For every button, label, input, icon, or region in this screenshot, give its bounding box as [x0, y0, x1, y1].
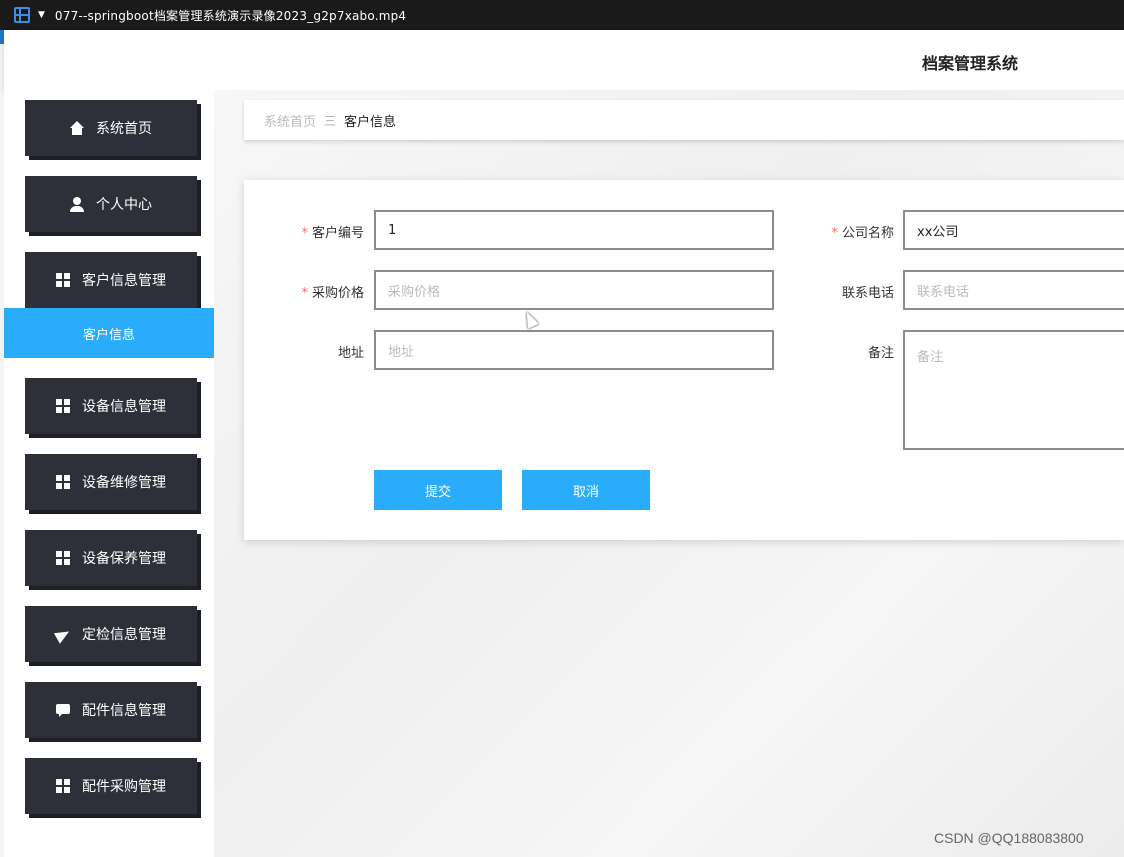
- sidebar-item-parts-purchase[interactable]: 配件采购管理: [25, 758, 197, 814]
- sidebar-item-label: 个人中心: [96, 197, 152, 213]
- address-label: 地址: [337, 346, 364, 361]
- breadcrumb-separator: 三: [324, 113, 337, 128]
- customer-form: * 客户编号 1 * 公司名称 xx公司 * 采购价格 采购价格 联系电话 联系电话 …: [244, 180, 1124, 540]
- breadcrumb: 系统首页 三 客户信息: [244, 100, 1124, 140]
- menu-caret-icon[interactable]: ▼: [38, 10, 45, 20]
- breadcrumb-home[interactable]: 系统首页: [264, 111, 316, 130]
- sidebar-item-customer-management[interactable]: 客户信息管理: [25, 252, 197, 308]
- sidebar: 系统首页 个人中心 客户信息管理 客户信息 设备信息管理 设备维修管理 设备保养…: [4, 90, 214, 857]
- grid-icon: [56, 551, 70, 565]
- sidebar-item-equipment-management[interactable]: 设备信息管理: [25, 378, 197, 434]
- required-mark: *: [301, 226, 308, 241]
- app-header: 档案管理系统: [4, 30, 1124, 90]
- phone-input[interactable]: 联系电话: [903, 270, 1124, 310]
- phone-label: 联系电话: [841, 286, 894, 301]
- window-title: 077--springboot档案管理系统演示录像2023_g2p7xabo.m…: [54, 8, 407, 23]
- company-name-label: * 公司名称: [831, 226, 894, 241]
- home-icon: [70, 121, 84, 135]
- sidebar-item-label: 设备信息管理: [82, 399, 166, 415]
- sidebar-item-home[interactable]: 系统首页: [25, 100, 197, 156]
- sidebar-item-equipment-repair[interactable]: 设备维修管理: [25, 454, 197, 510]
- sidebar-item-label: 客户信息管理: [82, 273, 166, 289]
- sidebar-item-label: 设备维修管理: [82, 475, 166, 491]
- purchase-price-label: * 采购价格: [301, 286, 364, 301]
- purchase-price-input[interactable]: 采购价格: [374, 270, 774, 310]
- app-icon[interactable]: [14, 7, 30, 23]
- sidebar-item-label: 配件信息管理: [82, 703, 166, 719]
- customer-no-input[interactable]: 1: [374, 210, 774, 250]
- company-name-input[interactable]: xx公司: [903, 210, 1124, 250]
- grid-icon: [56, 273, 70, 287]
- sidebar-item-label: 系统首页: [96, 121, 152, 137]
- submit-button[interactable]: 提交: [374, 470, 502, 510]
- grid-icon: [56, 779, 70, 793]
- chat-icon: [56, 703, 70, 717]
- breadcrumb-current: 客户信息: [344, 114, 397, 130]
- sidebar-item-parts-info[interactable]: 配件信息管理: [25, 682, 197, 738]
- sidebar-item-label: 定检信息管理: [82, 627, 166, 643]
- sidebar-item-label: 配件采购管理: [82, 779, 166, 795]
- sidebar-item-equipment-maintenance[interactable]: 设备保养管理: [25, 530, 197, 586]
- send-icon: [56, 627, 70, 641]
- sidebar-item-inspection[interactable]: 定检信息管理: [25, 606, 197, 662]
- user-icon: [70, 197, 84, 212]
- sidebar-subitem-customer-info[interactable]: 客户信息: [4, 308, 214, 358]
- main-content: 系统首页 三 客户信息 * 客户编号 1 * 公司名称 xx公司 * 采购价格 采购价…: [214, 90, 1124, 857]
- grid-icon: [56, 399, 70, 413]
- sidebar-item-profile[interactable]: 个人中心: [25, 176, 197, 232]
- remark-textarea[interactable]: 备注: [903, 330, 1124, 450]
- required-mark: *: [301, 286, 308, 301]
- window-titlebar: ▼ 077--springboot档案管理系统演示录像2023_g2p7xabo…: [0, 0, 1124, 30]
- grid-icon: [56, 475, 70, 489]
- cancel-button[interactable]: 取消: [522, 470, 650, 510]
- customer-no-label: * 客户编号: [301, 226, 364, 241]
- sidebar-item-label: 设备保养管理: [82, 551, 166, 567]
- remark-label: 备注: [867, 346, 894, 361]
- required-mark: *: [831, 226, 838, 241]
- watermark: CSDN @QQ188083800: [934, 830, 1084, 846]
- system-title: 档案管理系统: [922, 54, 1019, 73]
- address-input[interactable]: 地址: [374, 330, 774, 370]
